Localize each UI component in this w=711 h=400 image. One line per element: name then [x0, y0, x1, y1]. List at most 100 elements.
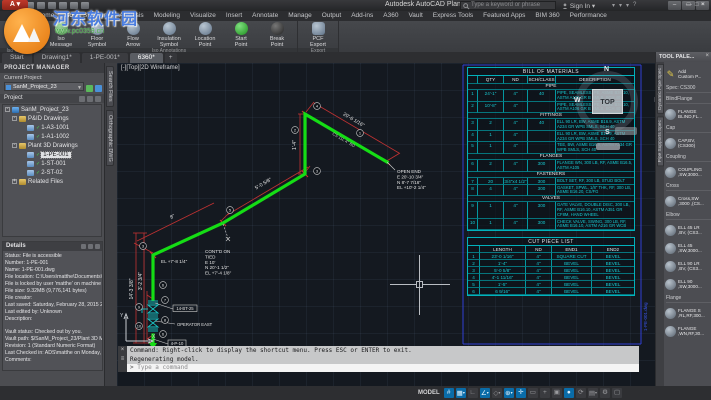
help-search-input[interactable]: Type a keyword or phrase [460, 1, 556, 10]
palette-item-cap-bv[interactable]: CAP,BV, (CS300) [665, 135, 711, 151]
doc-close-icon[interactable]: × [701, 2, 705, 8]
side-tab-orthographic-dwg[interactable]: Orthographic DWG [106, 110, 114, 167]
tree-expander[interactable]: - [5, 107, 10, 112]
pcf-export-button[interactable]: PCF Export [301, 22, 335, 48]
file-tab-1-pe-001[interactable]: 1-PE-001* [82, 53, 128, 63]
tree-item-p-id-drawings[interactable]: -P&ID Drawings [3, 114, 101, 123]
clean-screen-icon[interactable]: ▢ [612, 388, 622, 398]
palette-item-flange[interactable]: FLANGE BLIND,FL... [665, 106, 711, 122]
filter-icon[interactable] [87, 96, 93, 102]
ribbon-tab-output[interactable]: Output [317, 11, 347, 21]
current-project-dropdown[interactable]: SanM_Project_23▼ [4, 82, 84, 91]
model-space-viewport[interactable]: [-][Top][2D Wireframe] 1-PE-001.dwg [117, 63, 655, 386]
polar-tracking-icon[interactable]: ∠▾ [480, 388, 490, 398]
doc-minimize-icon[interactable]: — [686, 2, 692, 8]
palette-item-coupling[interactable]: COUPLING ,SW,3000... [665, 164, 711, 180]
ribbon-tab-a360[interactable]: A360 [378, 11, 403, 21]
svg-text:Y: Y [120, 313, 124, 319]
palette-item-ell-90[interactable]: ELL 90 ,SW,3000... [665, 276, 711, 292]
selection-cycling-icon[interactable]: ● [564, 388, 574, 398]
snap-mode-icon[interactable]: ▦▾ [456, 388, 466, 398]
viewcube[interactable]: TOP N W S E [572, 67, 650, 145]
grid-display-icon[interactable]: # [444, 388, 454, 398]
viewcube-south[interactable]: S [605, 129, 610, 136]
sign-in-button[interactable]: Sign In ▾ [562, 2, 595, 10]
new-drawing-tab[interactable]: + [165, 53, 177, 63]
viewcube-home-button[interactable] [596, 143, 620, 150]
viewcube-north[interactable]: N [604, 66, 609, 73]
project-tree: -SanM_Project_23-P&ID Drawings✓1-A3-1001… [2, 104, 102, 237]
details-refresh-icon[interactable] [88, 244, 93, 249]
command-window-buttons[interactable]: ×≡ [118, 346, 127, 372]
open-project-icon[interactable] [95, 85, 102, 92]
new-project-icon[interactable] [86, 85, 93, 92]
location-point-button[interactable]: Location Point [188, 22, 222, 48]
tree-expander[interactable]: + [12, 179, 17, 184]
tree-item-1-a1-1002[interactable]: ✓1-A1-1002 [3, 132, 101, 141]
palette-item-flange-s[interactable]: FLANGE S ,RL,RF,300... [665, 305, 711, 321]
ribbon-tab-visualize[interactable]: Visualize [185, 11, 221, 21]
workspace-switching-icon[interactable]: ▤▾ [588, 388, 598, 398]
model-space-label[interactable]: MODEL [418, 390, 440, 396]
file-tab-start[interactable]: Start [2, 53, 32, 63]
palette-item-flange[interactable]: FLANGE ,WN,RF,30... [665, 323, 711, 339]
start-point-button[interactable]: Start Point [224, 22, 258, 48]
tree-item-sanm-project-23[interactable]: -SanM_Project_23 [3, 105, 101, 114]
lineweight-icon[interactable]: + [540, 388, 550, 398]
ribbon-tab-performance[interactable]: Performance [565, 11, 612, 21]
settings-icon[interactable] [95, 96, 101, 102]
viewcube-west[interactable]: W [574, 97, 581, 104]
isometric-drafting-icon[interactable]: ◇▾ [492, 388, 502, 398]
minimize-button[interactable]: – [668, 1, 681, 10]
document-window-controls[interactable]: —□× [686, 2, 705, 8]
palette-item-ell-45[interactable]: ELL 45 ,SW,3000... [665, 240, 711, 256]
transparency-icon[interactable]: ▣ [552, 388, 562, 398]
tree-item-1-st-001[interactable]: ✓1-ST-001 [3, 159, 101, 168]
ribbon-tab-annotate[interactable]: Annotate [247, 11, 283, 21]
details-pin-icon[interactable] [81, 244, 86, 249]
tree-item-2-st-02[interactable]: ✓2-ST-02 [3, 168, 101, 177]
tree-expander[interactable]: - [12, 116, 17, 121]
dynamic-input-icon[interactable]: ▭ [528, 388, 538, 398]
ortho-mode-icon[interactable]: ∟ [468, 388, 478, 398]
viewport-controls-label[interactable]: [-][Top][2D Wireframe] [121, 65, 180, 71]
palette-tab-dynamic-pipe-spec[interactable]: Dynamic Pipe Spec [657, 64, 664, 114]
ribbon-tab-express-tools[interactable]: Express Tools [428, 11, 478, 21]
command-line-panel[interactable]: ×≡ Command: Right-click to display the s… [118, 346, 639, 372]
doc-restore-icon[interactable]: □ [695, 2, 699, 8]
customization-icon[interactable]: ⚙ [600, 388, 610, 398]
tree-item-related-files[interactable]: +Related Files [3, 177, 101, 186]
ribbon-tab-vault[interactable]: Vault [403, 11, 427, 21]
palette-item-add[interactable]: ✎Add Custom P... [665, 66, 711, 82]
tree-expander[interactable]: - [12, 143, 17, 148]
details-collapse-icon[interactable] [95, 244, 100, 249]
annotation-scale-icon[interactable]: ⟳ [576, 388, 586, 398]
viewcube-top-face[interactable]: TOP [592, 89, 623, 114]
refresh-icon[interactable] [79, 96, 85, 102]
ribbon-tab-modeling[interactable]: Modeling [149, 11, 185, 21]
palette-item-ell-90-lr[interactable]: ELL 90 LR ,BV, (CS3... [665, 258, 711, 274]
ribbon-tab-insert[interactable]: Insert [221, 11, 247, 21]
file-tab-6360[interactable]: 6360* [130, 53, 163, 63]
navigation-bar[interactable] [615, 127, 637, 135]
tree-item-1-pe-001[interactable]: ✓1-PE-001 [3, 150, 101, 159]
object-snap-tracking-icon[interactable]: ✛ [516, 388, 526, 398]
ribbon-tab-add-ins[interactable]: Add-ins [346, 11, 378, 21]
tree-item-plant-3d-drawings[interactable]: -Plant 3D Drawings [3, 141, 101, 150]
command-input[interactable]: > Type a command [127, 364, 639, 372]
file-tab-drawing1[interactable]: Drawing1* [34, 53, 80, 63]
ribbon-tab-bim-360[interactable]: BIM 360 [530, 11, 564, 21]
palette-tab-pipe-supports-spec[interactable]: Pipe Supports Spec [657, 116, 664, 166]
palette-item-cross-sw[interactable]: Cross,SW ,3000 ,(CS... [665, 193, 711, 209]
palette-item-ell-45-lr[interactable]: ELL 45 LR ,BV, (CS3... [665, 222, 711, 238]
ribbon-tab-manage[interactable]: Manage [283, 11, 317, 21]
insulation-symbol-button[interactable]: Insulation Symbol [152, 22, 186, 48]
tree-item-1-a3-1001[interactable]: ✓1-A3-1001 [3, 123, 101, 132]
side-tab-search-files[interactable]: Search Files [106, 66, 114, 107]
titlebar-utility-icons[interactable]: ▾▾▾? [612, 2, 636, 9]
break-point-button[interactable]: Break Point [260, 22, 294, 48]
object-snap-icon[interactable]: ⊕▾ [504, 388, 514, 398]
viewcube-east[interactable]: E [654, 97, 655, 104]
ribbon-tab-featured-apps[interactable]: Featured Apps [478, 11, 530, 21]
palette-close-icon[interactable]: × [705, 53, 709, 59]
